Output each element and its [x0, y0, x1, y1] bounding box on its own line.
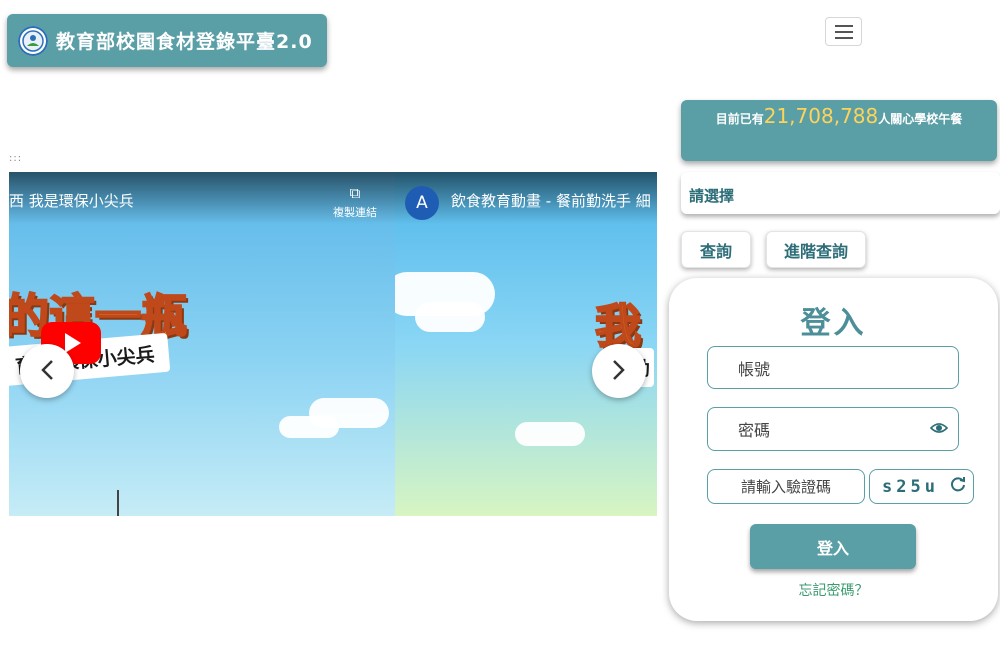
carousel-prev-button[interactable]: [20, 344, 74, 398]
visitor-counter: 目前已有21,708,788人關心學校午餐: [681, 100, 997, 161]
video-carousel: 的這一瓶 育 是環保小尖兵 西 我是環保小尖兵 ⧉ 複製連結 我 勸 A 飲食教…: [9, 172, 657, 516]
account-placeholder: 帳號: [738, 359, 771, 379]
login-title: 登入: [800, 306, 867, 341]
captcha-image: s25u: [869, 469, 974, 504]
search-button[interactable]: 查詢: [681, 231, 751, 268]
video-title[interactable]: 飲食教育動畫 - 餐前勤洗手 細: [451, 190, 651, 211]
moe-emblem-icon: [18, 25, 48, 56]
chevron-left-icon: [39, 355, 55, 388]
cloud-decoration: [279, 416, 339, 438]
login-card: 登入 帳號 密碼 請輸入驗證碼 s25u 登入 忘記密碼？: [669, 278, 998, 621]
skip-link[interactable]: :::: [9, 153, 22, 164]
password-placeholder: 密碼: [738, 421, 771, 440]
cloud-decoration: [415, 302, 485, 332]
channel-avatar[interactable]: A: [405, 186, 439, 220]
video-slide[interactable]: 的這一瓶 育 是環保小尖兵 西 我是環保小尖兵 ⧉ 複製連結: [9, 172, 395, 516]
copy-link-button[interactable]: ⧉ 複製連結: [327, 184, 383, 220]
pole-decoration: [117, 490, 119, 516]
refresh-icon[interactable]: [949, 475, 967, 498]
chevron-right-icon: [611, 355, 627, 388]
advanced-search-button[interactable]: 進階查詢: [766, 231, 866, 268]
copy-icon: ⧉: [349, 184, 361, 202]
captcha-code: s25u: [882, 476, 939, 497]
counter-number: 21,708,788: [763, 104, 879, 128]
site-brand[interactable]: 教育部校園食材登錄平臺2.0: [7, 14, 327, 67]
copy-link-label: 複製連結: [333, 206, 377, 219]
video-title[interactable]: 西 我是環保小尖兵: [9, 190, 134, 211]
captcha-placeholder: 請輸入驗證碼: [740, 478, 831, 496]
captcha-input[interactable]: 請輸入驗證碼: [707, 469, 865, 504]
eye-icon[interactable]: [929, 420, 949, 439]
school-select[interactable]: 請選擇: [681, 172, 1000, 214]
site-title: 教育部校園食材登錄平臺2.0: [56, 31, 313, 53]
cloud-decoration: [515, 422, 585, 446]
carousel-next-button[interactable]: [592, 344, 646, 398]
counter-prefix: 目前已有: [715, 112, 764, 126]
login-button[interactable]: 登入: [750, 524, 916, 569]
hamburger-menu-icon[interactable]: [825, 17, 862, 46]
counter-suffix: 人關心學校午餐: [878, 112, 963, 126]
password-field[interactable]: 密碼: [707, 407, 959, 451]
account-field[interactable]: 帳號: [707, 346, 959, 389]
forgot-password-link[interactable]: 忘記密碼？: [669, 580, 998, 600]
